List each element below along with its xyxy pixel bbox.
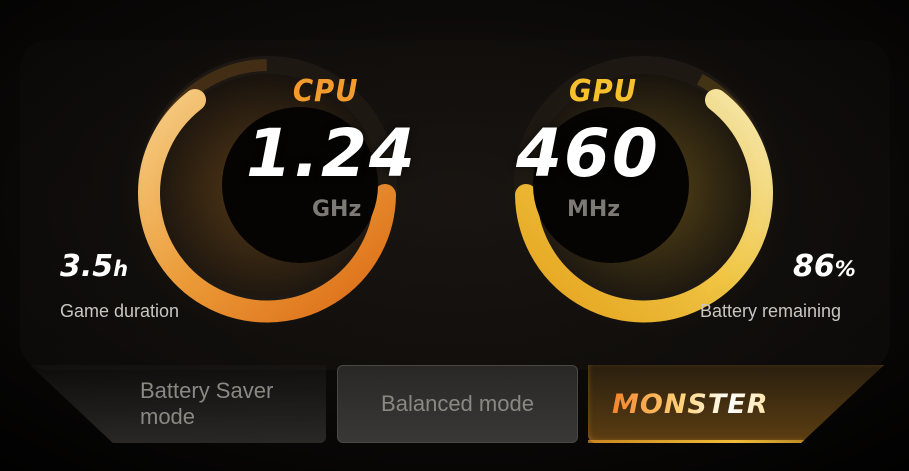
battery-remaining-label: Battery remaining [700, 301, 842, 321]
gpu-frequency-unit: MHz [567, 197, 621, 222]
cpu-frequency-unit: GHz [312, 197, 362, 222]
battery-remaining-number: 86 [793, 249, 835, 284]
game-duration-label: Game duration [60, 301, 180, 321]
cpu-label: CPU [292, 74, 359, 109]
monster-mode-label: MONSTER [612, 388, 769, 420]
gpu-frequency-value: 460 [516, 115, 660, 192]
battery-remaining-value: 86% [793, 250, 856, 286]
game-duration-suffix: h [113, 257, 129, 281]
balanced-mode-label: Balanced mode [381, 391, 534, 416]
gpu-label: GPU [568, 74, 638, 109]
cpu-frequency-value: 1.24 [246, 115, 417, 192]
balanced-mode-button[interactable]: Balanced mode [337, 365, 578, 443]
battery-remaining-suffix: % [834, 257, 856, 281]
game-duration-number: 3.5 [60, 249, 114, 284]
performance-panel: CPU 1.24 GHz GPU 460 MHz 3.5h Game durat… [0, 0, 909, 471]
game-duration-value: 3.5h [60, 250, 128, 286]
battery-saver-mode-label: Battery Saver mode [140, 378, 274, 429]
